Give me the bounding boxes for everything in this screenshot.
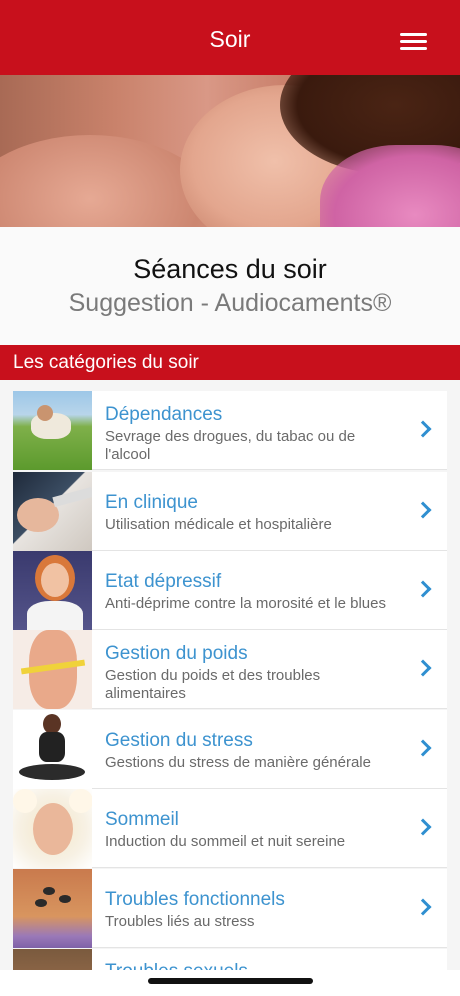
home-indicator[interactable] <box>148 978 313 984</box>
chevron-right-icon <box>414 580 432 598</box>
item-title: En clinique <box>105 492 198 513</box>
intro-title: Séances du soir <box>133 254 327 284</box>
list-item-dependances[interactable]: Dépendances Sevrage des drogues, du taba… <box>13 391 447 470</box>
item-title: Etat dépressif <box>105 571 222 592</box>
item-title: Dépendances <box>105 404 223 425</box>
category-list: Dépendances Sevrage des drogues, du taba… <box>0 380 460 976</box>
section-header: Les catégories du soir <box>0 345 460 380</box>
thumbnail-image <box>13 710 92 789</box>
page-title: Soir <box>209 26 251 52</box>
thumbnail-image <box>13 789 92 868</box>
item-description: Induction du sommeil et nuit sereine <box>105 833 346 850</box>
item-description: Troubles liés au stress <box>105 913 255 930</box>
thumbnail-image <box>13 630 92 709</box>
chevron-right-icon <box>414 818 432 836</box>
item-description: Sevrage des drogues, du tabac ou de l'al… <box>105 428 356 463</box>
chevron-right-icon <box>414 739 432 757</box>
item-title: Gestion du stress <box>105 730 253 751</box>
item-title: Gestion du poids <box>105 643 248 664</box>
item-title: Troubles fonctionnels <box>105 889 285 910</box>
thumbnail-image <box>13 391 92 470</box>
list-item-sommeil[interactable]: Sommeil Induction du sommeil et nuit ser… <box>13 789 447 868</box>
item-title: Sommeil <box>105 809 179 830</box>
top-bar: Soir <box>0 0 460 75</box>
list-item-en-clinique[interactable]: En clinique Utilisation médicale et hosp… <box>13 472 447 551</box>
chevron-right-icon <box>414 659 432 677</box>
list-item-troubles-fonctionnels[interactable]: Troubles fonctionnels Troubles liés au s… <box>13 869 447 948</box>
hamburger-menu-icon[interactable] <box>400 30 428 52</box>
thumbnail-image <box>13 869 92 948</box>
item-description: Gestions du stress de manière générale <box>105 754 371 771</box>
list-item-gestion-du-poids[interactable]: Gestion du poids Gestion du poids et des… <box>13 630 447 709</box>
intro-block: Séances du soir Suggestion - Audiocament… <box>0 227 460 345</box>
section-label: Les catégories du soir <box>13 352 199 373</box>
thumbnail-image <box>13 472 92 551</box>
list-item-etat-depressif[interactable]: Etat dépressif Anti-déprime contre la mo… <box>13 551 447 630</box>
intro-subtitle: Suggestion - Audiocaments® <box>68 289 392 317</box>
thumbnail-image <box>13 551 92 630</box>
list-item-gestion-du-stress[interactable]: Gestion du stress Gestions du stress de … <box>13 710 447 789</box>
item-description: Gestion du poids et des troubles aliment… <box>105 667 321 702</box>
chevron-right-icon <box>414 501 432 519</box>
chevron-right-icon <box>414 420 432 438</box>
item-description: Utilisation médicale et hospitalière <box>105 516 332 533</box>
hero-image <box>0 75 460 227</box>
item-description: Anti-déprime contre la morosité et le bl… <box>105 595 386 612</box>
chevron-right-icon <box>414 898 432 916</box>
